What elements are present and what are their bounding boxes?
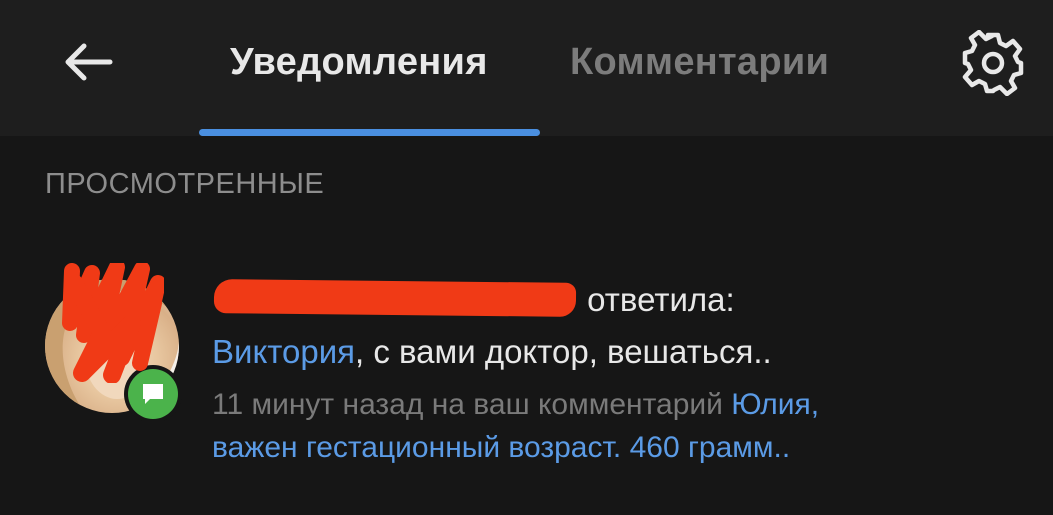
notification-action: ответила: [578,281,735,318]
comment-bubble-icon [143,384,163,404]
comment-snippet-link-start[interactable]: Юлия, [731,388,819,421]
arrow-left-icon [65,43,113,81]
top-bar: Уведомления Комментарии [0,0,1053,136]
notification-meta-text: 11 минут назад на ваш комментарий [212,388,732,421]
reply-text-line: Виктория, с вами доктор, вешаться.. [212,333,772,371]
gear-icon [962,30,1024,96]
redacted-author-name[interactable] [212,279,578,317]
reply-to-name-link[interactable]: Виктория [212,333,355,370]
redaction-mark [213,279,577,317]
active-tab-indicator [199,129,540,136]
back-button[interactable] [58,36,118,88]
reply-text: , с вами доктор, вешаться.. [355,333,772,370]
comment-snippet-link-end[interactable]: важен гестационный возраст. 460 грамм.. [212,431,790,465]
tab-notifications[interactable]: Уведомления [230,36,488,88]
notification-title: ответила: [212,279,735,319]
avatar-redaction-scribble [62,263,164,383]
section-title: ПРОСМОТРЕННЫЕ [45,168,325,200]
settings-button[interactable] [955,30,1031,96]
notification-meta: 11 минут назад на ваш комментарий Юлия, [212,388,819,422]
tab-comments[interactable]: Комментарии [570,36,829,88]
